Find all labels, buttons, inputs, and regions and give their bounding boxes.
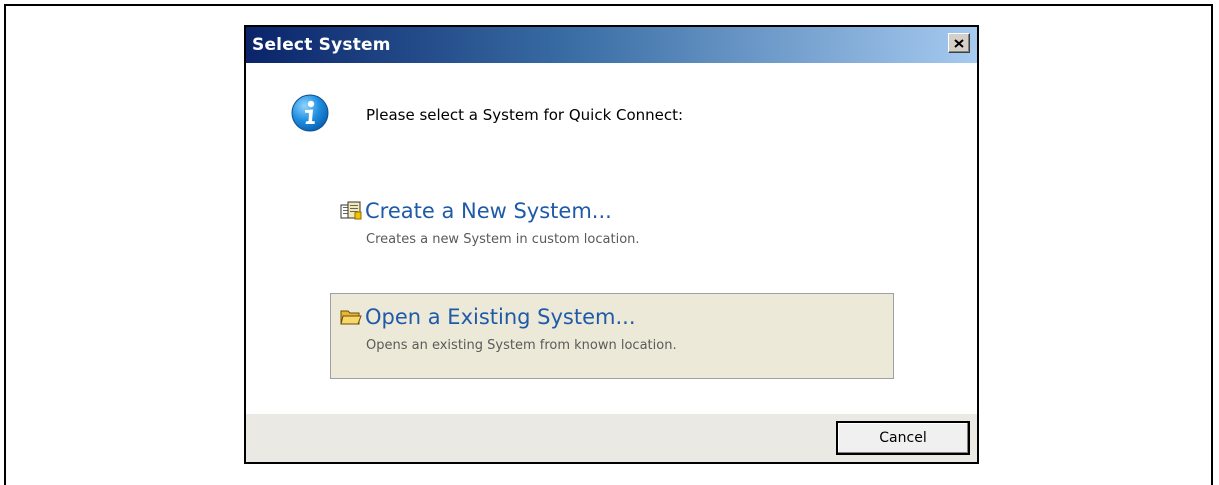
cancel-button[interactable]: Cancel — [836, 421, 970, 455]
create-new-system-description: Creates a new System in custom location. — [366, 232, 640, 247]
new-system-icon — [340, 201, 362, 220]
create-new-system-option[interactable]: Create a New System... Creates a new Sys… — [330, 187, 894, 273]
open-existing-system-description: Opens an existing System from known loca… — [366, 338, 677, 353]
dialog-message: Please select a System for Quick Connect… — [366, 106, 684, 124]
open-existing-system-title: Open a Existing System... — [365, 305, 636, 329]
title-bar[interactable]: Select System — [246, 27, 977, 63]
create-new-system-title: Create a New System... — [365, 199, 612, 223]
select-system-dialog: Select System Please select a System for… — [244, 25, 979, 464]
close-icon — [954, 38, 964, 48]
open-existing-system-option[interactable]: Open a Existing System... Opens an exist… — [330, 293, 894, 379]
close-button[interactable] — [948, 33, 970, 53]
open-folder-icon — [340, 310, 362, 325]
dialog-footer: Cancel — [246, 414, 977, 462]
dialog-title: Select System — [252, 35, 391, 55]
info-icon — [291, 94, 329, 132]
